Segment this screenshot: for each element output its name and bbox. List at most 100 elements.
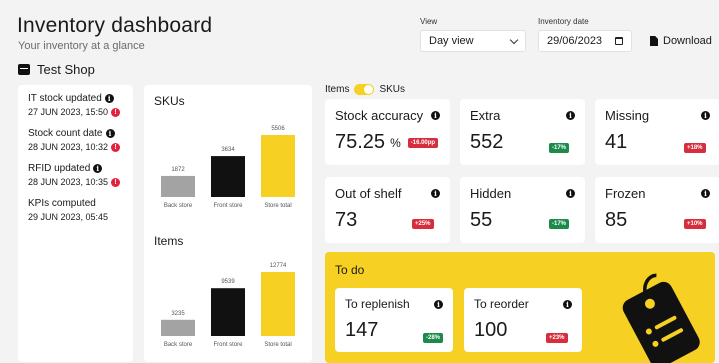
delta-badge: -17% [549, 219, 570, 229]
todo-title: To do [335, 263, 365, 277]
download-label: Download [663, 35, 712, 47]
bar-value-label: 3634 [221, 147, 235, 153]
todo-replenish-card[interactable]: To replenish i 147 -28% [335, 288, 453, 352]
metric-label: Hidden [470, 186, 512, 201]
info-icon[interactable]: i [431, 111, 440, 120]
todo-label: To replenish [345, 297, 410, 311]
clipboard-tag-icon [622, 273, 700, 363]
bar-back-store [161, 319, 195, 336]
bar-value-label: 3235 [171, 311, 185, 317]
metric-value: 41 [605, 131, 628, 153]
view-label: View [420, 17, 438, 26]
bar-value-label: 12774 [270, 263, 287, 269]
delta-badge: -17% [549, 143, 570, 153]
info-icon[interactable]: i [701, 111, 710, 120]
metric-label: Missing [605, 108, 650, 123]
bar-value-label: 9539 [221, 279, 235, 285]
status-label: IT stock updated [28, 93, 102, 104]
shop-selector[interactable]: Test Shop [18, 62, 95, 77]
category-label: Store total [264, 203, 291, 209]
metric-label: Frozen [605, 186, 646, 201]
metric-value: 85 [605, 209, 628, 231]
category-label: Front store [213, 342, 243, 348]
metric-hidden: Hidden i 55 -17% [460, 177, 585, 243]
file-download-icon [650, 36, 658, 46]
status-value: 28 JUN 2023, 10:32 [28, 142, 109, 152]
page-subtitle: Your inventory at a glance [18, 40, 145, 52]
metric-frozen: Frozen i 85 +10% [595, 177, 719, 243]
bar-value-label: 5506 [271, 126, 285, 132]
metric-out-of-shelf: Out of shelf i 73 +25% [325, 177, 450, 243]
metric-missing: Missing i 41 +18% [595, 99, 719, 165]
delta-badge: +23% [546, 333, 568, 343]
date-label: Inventory date [538, 17, 589, 26]
bar-charts: 1872 Back store 3634 Front store 5506 Store t… [161, 126, 295, 348]
metric-label: Extra [470, 108, 501, 123]
date-picker-value: 29/06/2023 [547, 35, 603, 47]
info-icon[interactable]: i [434, 299, 443, 309]
info-icon[interactable]: i [93, 164, 103, 173]
metric-extra: Extra i 552 -17% [460, 99, 585, 165]
bar-store-total [261, 272, 295, 336]
metric-label: Out of shelf [335, 186, 402, 201]
delta-badge: -16.00pp [407, 137, 439, 148]
toggle-switch[interactable] [354, 84, 375, 95]
status-item: IT stock updated i 27 JUN 2023, 15:50! [28, 93, 123, 117]
delta-badge: +10% [684, 219, 706, 229]
todo-reorder-card[interactable]: To reorder i 100 +23% [464, 288, 582, 352]
bar-store-total [261, 135, 295, 197]
view-select[interactable]: Day view [420, 30, 526, 52]
chevron-down-icon [509, 35, 519, 44]
metric-stock-accuracy: Stock accuracy i 75.25% -16.00pp [325, 99, 450, 165]
download-button[interactable]: Download [650, 35, 712, 47]
alert-icon: ! [111, 177, 121, 187]
bar-back-store [161, 175, 195, 197]
metric-label: Stock accuracy [335, 108, 424, 123]
chart-panel: SKUs Items 1872 Back store 3634 Front store… [144, 85, 312, 362]
bar-front-store [211, 288, 245, 336]
alert-icon: ! [111, 107, 121, 117]
info-icon[interactable]: i [566, 111, 575, 120]
todo-panel: To do To replenish i 147 -28% To reorder i… [325, 252, 715, 363]
delta-badge: -28% [423, 333, 444, 343]
category-label: Store total [264, 342, 291, 348]
status-value: 29 JUN 2023, 05:45 [28, 212, 109, 222]
date-picker[interactable]: 29/06/2023 [538, 30, 632, 52]
metric-value: 55 [470, 209, 493, 231]
bar-value-label: 1872 [171, 167, 185, 173]
alert-icon: ! [111, 142, 121, 152]
info-icon[interactable]: i [105, 129, 115, 138]
info-icon[interactable]: i [701, 189, 710, 198]
metric-value: 73 [335, 209, 358, 231]
status-value: 28 JUN 2023, 10:35 [28, 177, 109, 187]
status-item: RFID updated i 28 JUN 2023, 10:35! [28, 163, 123, 187]
status-value: 27 JUN 2023, 15:50 [28, 107, 109, 117]
status-label: KPIs computed [28, 198, 96, 209]
metric-unit: % [390, 135, 401, 150]
todo-label: To reorder [474, 297, 529, 311]
status-panel: IT stock updated i 27 JUN 2023, 15:50! St… [18, 85, 133, 362]
category-label: Back store [164, 342, 193, 348]
info-icon[interactable]: i [566, 189, 575, 198]
bar-front-store [211, 156, 245, 197]
metric-value: 75.25 [335, 131, 386, 153]
info-icon[interactable]: i [431, 189, 440, 198]
info-icon[interactable]: i [563, 299, 572, 309]
category-label: Front store [213, 203, 243, 209]
toggle-right-label: SKUs [379, 84, 406, 95]
calendar-icon [615, 37, 623, 45]
status-label: Stock count date [28, 128, 103, 139]
status-item: Stock count date i 28 JUN 2023, 10:32! [28, 128, 123, 152]
view-select-value: Day view [429, 35, 474, 47]
info-icon[interactable]: i [104, 94, 114, 103]
shop-name: Test Shop [37, 62, 95, 77]
category-label: Back store [164, 203, 193, 209]
items-skus-toggle[interactable]: Items SKUs [325, 84, 405, 95]
delta-badge: +25% [412, 219, 434, 229]
delta-badge: +18% [684, 143, 706, 153]
store-icon [18, 64, 30, 75]
toggle-left-label: Items [325, 84, 350, 95]
status-item: KPIs computed 29 JUN 2023, 05:45 [28, 198, 123, 222]
metric-value: 552 [470, 131, 504, 153]
page-title: Inventory dashboard [17, 14, 213, 37]
